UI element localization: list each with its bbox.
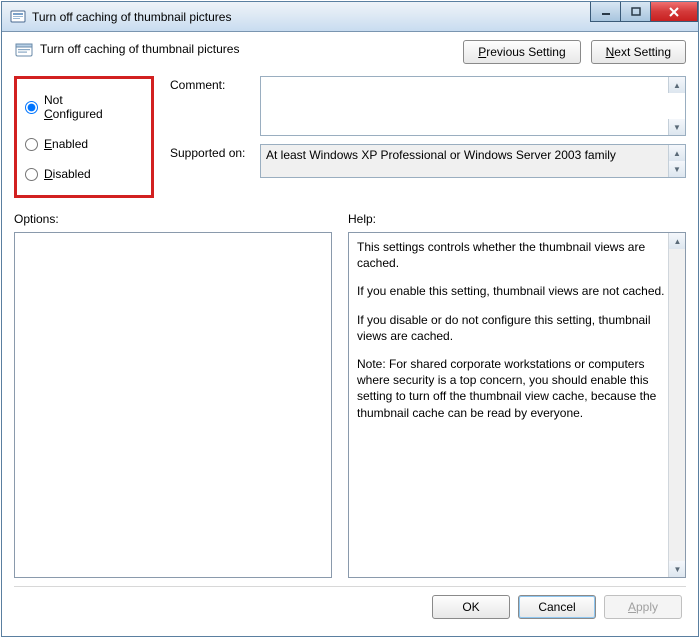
- help-column: Help: This settings controls whether the…: [348, 212, 686, 578]
- options-label: Options:: [14, 212, 332, 226]
- help-scrollbar[interactable]: ▲ ▼: [668, 233, 685, 577]
- window-title: Turn off caching of thumbnail pictures: [32, 10, 231, 24]
- radio-disabled[interactable]: Disabled: [23, 167, 123, 181]
- comment-scrollbar[interactable]: ▲ ▼: [668, 77, 685, 135]
- footer: OK Cancel Apply: [14, 586, 686, 626]
- options-column: Options:: [14, 212, 332, 578]
- comment-label: Comment:: [170, 76, 252, 92]
- scroll-up-icon[interactable]: ▲: [669, 233, 686, 249]
- comment-row: Comment: ▲ ▼: [170, 76, 686, 136]
- maximize-button[interactable]: [620, 2, 650, 22]
- help-panel: This settings controls whether the thumb…: [348, 232, 686, 578]
- options-panel: [14, 232, 332, 578]
- radio-enabled[interactable]: Enabled: [23, 137, 123, 151]
- header-row: Turn off caching of thumbnail pictures P…: [14, 40, 686, 64]
- fields: Comment: ▲ ▼ Supported on: At least Wind…: [170, 76, 686, 198]
- supported-value: At least Windows XP Professional or Wind…: [261, 145, 685, 177]
- lower-section: Options: Help: This settings controls wh…: [14, 212, 686, 578]
- mid-section: Not Configured Enabled Disabled Comment:: [14, 76, 686, 198]
- radio-enabled-input[interactable]: [25, 138, 38, 151]
- help-label: Help:: [348, 212, 686, 226]
- client-area: Turn off caching of thumbnail pictures P…: [2, 32, 698, 636]
- nav-buttons: Previous Setting Next Setting: [463, 40, 686, 64]
- comment-textarea[interactable]: ▲ ▼: [260, 76, 686, 136]
- radio-disabled-input[interactable]: [25, 168, 38, 181]
- previous-setting-button[interactable]: Previous Setting: [463, 40, 580, 64]
- help-paragraph: If you disable or do not configure this …: [357, 312, 665, 344]
- help-content: This settings controls whether the thumb…: [349, 233, 685, 577]
- titlebar[interactable]: Turn off caching of thumbnail pictures: [2, 2, 698, 32]
- window-controls: [590, 2, 698, 22]
- close-button[interactable]: [650, 2, 698, 22]
- scroll-down-icon[interactable]: ▼: [668, 119, 685, 135]
- policy-icon: [14, 40, 34, 60]
- cancel-button[interactable]: Cancel: [518, 595, 596, 619]
- policy-title: Turn off caching of thumbnail pictures: [40, 40, 463, 56]
- apply-button[interactable]: Apply: [604, 595, 682, 619]
- comment-value[interactable]: [261, 77, 685, 135]
- help-paragraph: If you enable this setting, thumbnail vi…: [357, 283, 665, 299]
- help-paragraph: This settings controls whether the thumb…: [357, 239, 665, 271]
- next-setting-button[interactable]: Next Setting: [591, 40, 686, 64]
- scroll-up-icon[interactable]: ▲: [668, 77, 685, 93]
- ok-button[interactable]: OK: [432, 595, 510, 619]
- supported-textarea: At least Windows XP Professional or Wind…: [260, 144, 686, 178]
- radio-not-configured-input[interactable]: [25, 101, 38, 114]
- state-radio-group: Not Configured Enabled Disabled: [14, 76, 154, 198]
- dialog-window: Turn off caching of thumbnail pictures: [1, 1, 699, 637]
- scroll-down-icon[interactable]: ▼: [669, 561, 686, 577]
- scroll-down-icon[interactable]: ▼: [668, 161, 685, 177]
- scrollbar-track[interactable]: [669, 249, 685, 561]
- supported-label: Supported on:: [170, 144, 252, 160]
- supported-scrollbar[interactable]: ▲ ▼: [668, 145, 685, 177]
- minimize-button[interactable]: [590, 2, 620, 22]
- supported-row: Supported on: At least Windows XP Profes…: [170, 144, 686, 178]
- scroll-up-icon[interactable]: ▲: [668, 145, 685, 161]
- options-content: [15, 233, 331, 577]
- help-paragraph: Note: For shared corporate workstations …: [357, 356, 665, 421]
- radio-not-configured[interactable]: Not Configured: [23, 93, 123, 121]
- app-icon: [10, 9, 26, 25]
